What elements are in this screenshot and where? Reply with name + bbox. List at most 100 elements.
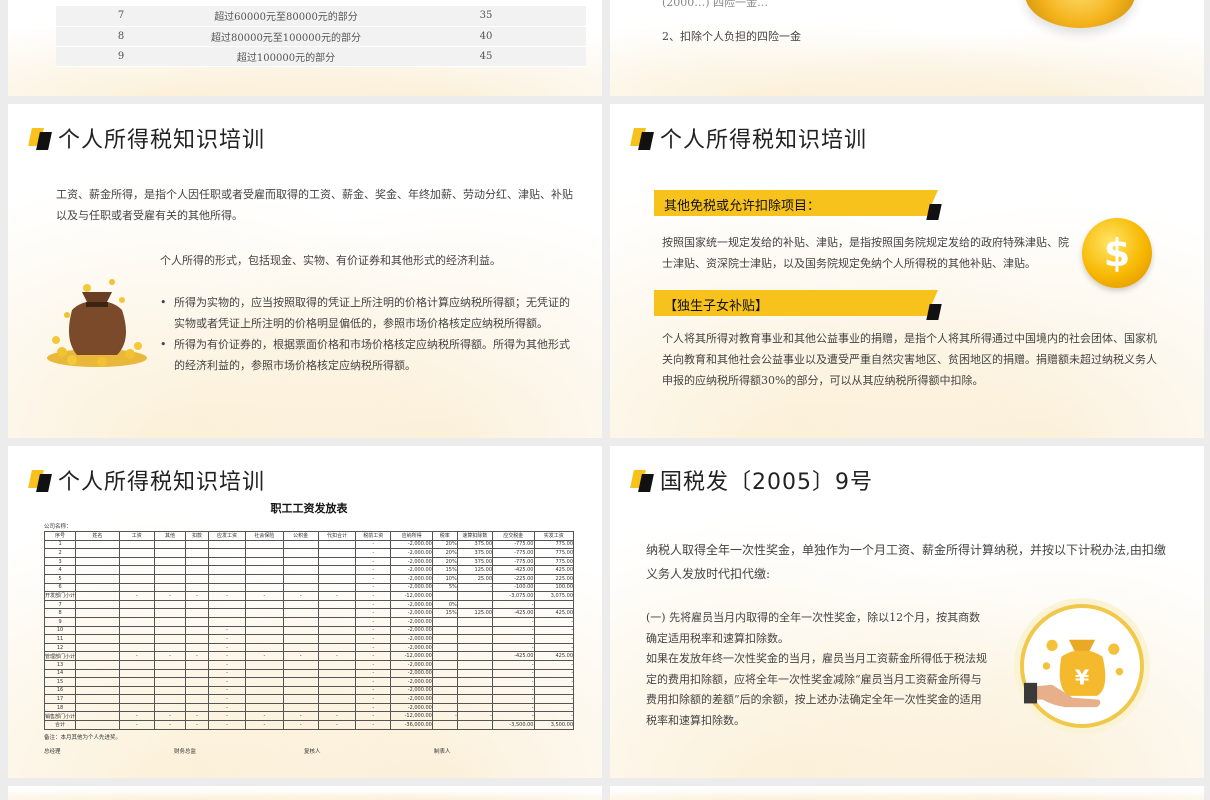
table-cell: 100.00 — [533, 582, 574, 593]
table-cell: 合计 — [43, 720, 77, 730]
table-cell: 0% — [431, 599, 458, 610]
table-row: 11- - -2,000.00- - — [43, 634, 574, 644]
table-cell: -36,000.00 — [390, 720, 433, 730]
table-cell: - — [185, 651, 209, 661]
table-cell: -2,000.00 — [390, 694, 433, 704]
table-cell — [317, 539, 357, 550]
table-cell: - — [185, 720, 209, 730]
signature-finance-director: 财务总监 — [174, 748, 197, 755]
table-cell: 6 — [43, 582, 77, 593]
table-cell — [153, 634, 187, 644]
table-cell: 225.00 — [533, 573, 574, 584]
table-cell: - — [355, 625, 392, 636]
table-cell — [456, 599, 494, 610]
slide-title-text: 国税发〔2005〕9号 — [660, 470, 873, 495]
table-header-cell: 代扣合计 — [317, 531, 357, 541]
table-cell: 12 — [43, 642, 77, 653]
table-cell — [75, 625, 120, 636]
list-item: 所得为实物的，应当按照取得的凭证上所注明的价格计算应纳税所得额；无凭证的实物或者… — [160, 292, 570, 334]
table-cell: 15% — [431, 608, 458, 618]
table-cell: - — [533, 634, 574, 644]
bonus-method-step2: 如果在发放年终一次性奖金的当月，雇员当月工资薪金所得低于税法规定的费用扣除额，应… — [646, 652, 987, 727]
table-cell: - — [207, 634, 247, 644]
table-cell: 425.00 — [533, 608, 574, 618]
table-cell: 管理部门小计 — [43, 651, 77, 661]
table-cell — [118, 634, 155, 644]
table-cell — [245, 565, 284, 575]
table-cell — [317, 608, 357, 618]
table-cell: 10 — [43, 625, 77, 636]
table-header-cell: 税前工资 — [355, 531, 392, 541]
table-cell — [317, 702, 357, 713]
table-cell: - — [245, 651, 284, 661]
table-cell — [245, 642, 284, 653]
title-marker-icon — [630, 468, 654, 492]
table-cell — [118, 608, 155, 618]
table-cell: -2,000.00 — [390, 565, 433, 575]
table-cell — [75, 702, 120, 713]
table-cell: - — [245, 720, 284, 730]
table-cell: - — [355, 539, 392, 550]
table-cell: - — [355, 608, 392, 618]
table-cell: - — [245, 711, 284, 722]
table-cell: 775.00 — [533, 539, 574, 550]
table-cell — [282, 702, 319, 713]
table-cell: 超过100000元的部分 — [186, 46, 386, 67]
table-cell: -2,000.00 — [390, 556, 433, 567]
table-cell — [245, 556, 284, 567]
table-cell: - — [185, 711, 209, 722]
slide-income-forms: 个人所得税知识培训 工资、薪金所得，是指个人因任职或者受雇而取得的工资、薪金、奖… — [8, 104, 602, 438]
table-cell — [317, 634, 357, 644]
table-cell: 125.00 — [456, 565, 494, 575]
table-cell: 1 — [43, 539, 77, 550]
table-cell — [245, 548, 284, 558]
table-cell — [185, 694, 209, 704]
table-cell — [245, 582, 284, 593]
table-cell: - — [355, 694, 392, 704]
table-cell: - — [153, 720, 187, 730]
table-cell — [282, 616, 319, 627]
table-cell — [317, 659, 357, 670]
deduction-item-2: 2、扣除个人负担的四险一金 — [662, 30, 801, 43]
table-cell: - — [207, 651, 247, 661]
table-cell — [317, 642, 357, 653]
table-row: 5 - -2,000.00 10% 25.00 -225.00 225.00 — [43, 573, 574, 584]
table-header-cell: 扣款 — [185, 531, 209, 541]
table-cell — [185, 539, 209, 550]
table-cell — [153, 573, 187, 584]
table-cell: - — [282, 711, 319, 722]
bonus-intro-text: 纳税人取得全年一次性奖金，单独作为一个月工资、薪金所得计算纳税，并按以下计税办法… — [646, 543, 1166, 581]
table-cell: 11 — [43, 634, 77, 644]
slide-deductions: (2000…) 四险一金… 2、扣除个人负担的四险一金 — [610, 0, 1204, 96]
company-name-label: 公司名称： — [44, 524, 72, 530]
table-header-cell: 序号 — [43, 531, 77, 541]
table-row: 2 - -2,000.00 20% 375.00 -775.00 775.00 — [43, 548, 574, 558]
table-cell — [118, 625, 155, 636]
table-cell: - — [456, 711, 494, 722]
table-cell: - — [533, 625, 574, 636]
table-cell — [153, 539, 187, 550]
table-cell — [118, 539, 155, 550]
table-cell — [118, 685, 155, 696]
table-cell — [245, 599, 284, 610]
table-cell: - — [355, 565, 392, 575]
table-row: 9- -2,000.00- - — [43, 616, 574, 627]
table-cell: -425.00 — [492, 608, 535, 618]
table-row: 6- -2,000.00 5% - -100.00 100.00 — [43, 582, 574, 593]
table-cell — [456, 651, 494, 661]
table-cell — [185, 565, 209, 575]
table-cell — [431, 591, 458, 601]
table-cell: - — [207, 659, 247, 670]
table-cell: - — [355, 720, 392, 730]
table-cell — [207, 582, 247, 593]
table-cell — [207, 573, 247, 584]
table-cell: - — [492, 702, 535, 713]
table-cell: -3,075.00 — [492, 591, 535, 601]
table-cell — [431, 685, 458, 696]
table-cell: 17 — [43, 694, 77, 704]
table-cell — [75, 582, 120, 593]
table-cell: 20% — [431, 548, 458, 558]
table-cell — [245, 625, 284, 636]
table-cell — [118, 642, 155, 653]
table-cell — [431, 625, 458, 636]
